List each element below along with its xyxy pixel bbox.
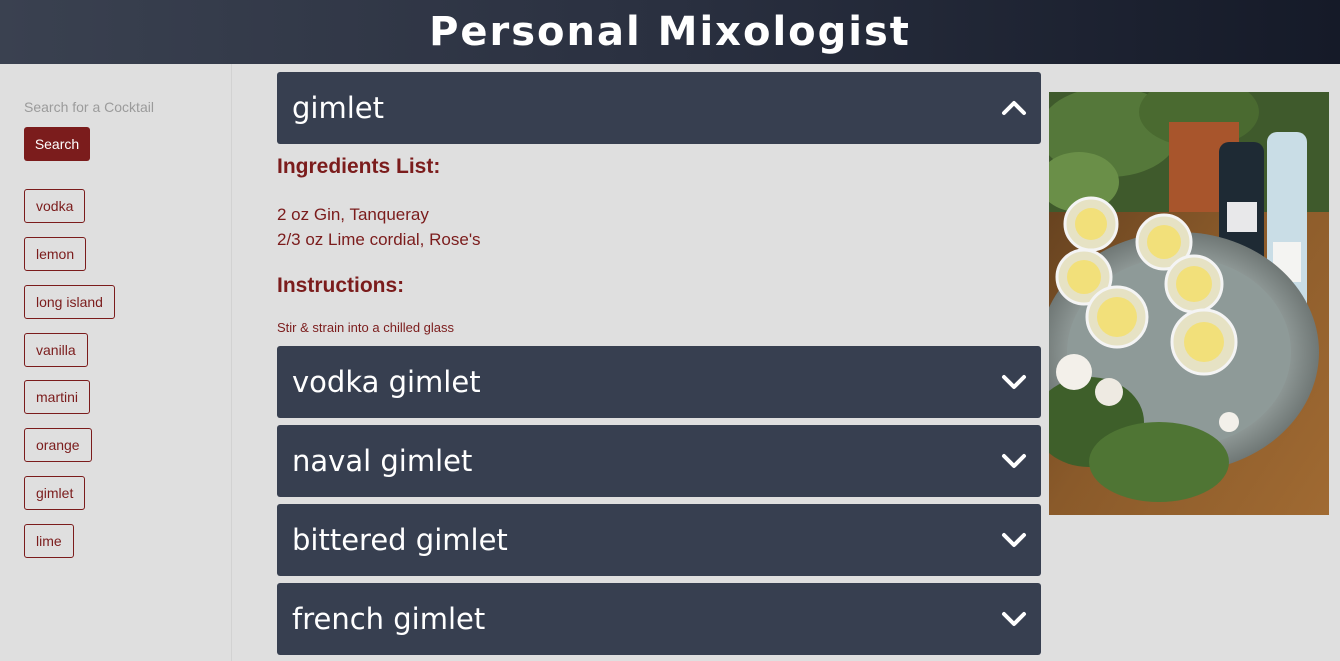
accordion-title: naval gimlet [292, 444, 473, 478]
accordion-title: french gimlet [292, 602, 486, 636]
tag-lime[interactable]: lime [24, 524, 74, 558]
tag-vanilla[interactable]: vanilla [24, 333, 88, 367]
chevron-down-icon [1002, 375, 1026, 389]
cocktail-photo [1049, 92, 1329, 515]
tag-gimlet[interactable]: gimlet [24, 476, 86, 510]
chevron-down-icon [1002, 454, 1026, 468]
accordion-header-french-gimlet[interactable]: french gimlet [277, 583, 1041, 655]
chevron-up-icon [1002, 101, 1026, 115]
accordion-title: vodka gimlet [292, 365, 481, 399]
accordion-header-vodka-gimlet[interactable]: vodka gimlet [277, 346, 1041, 418]
accordion-header-naval-gimlet[interactable]: naval gimlet [277, 425, 1041, 497]
accordion-header-bittered-gimlet[interactable]: bittered gimlet [277, 504, 1041, 576]
instructions-text: Stir & strain into a chilled glass [277, 320, 455, 335]
tag-long-island[interactable]: long island [24, 285, 115, 319]
app-title: Personal Mixologist [429, 9, 911, 55]
ingredients-heading: Ingredients List: [277, 155, 441, 178]
app-header: Personal Mixologist [0, 0, 1340, 64]
search-input[interactable] [24, 96, 204, 118]
ingredient-item: 2/3 oz Lime cordial, Rose's [277, 230, 481, 249]
instructions-heading: Instructions: [277, 274, 405, 297]
tag-martini[interactable]: martini [24, 380, 91, 414]
tag-vodka[interactable]: vodka [24, 189, 86, 223]
accordion-header-gimlet[interactable]: gimlet [277, 72, 1041, 144]
accordion-title: gimlet [292, 91, 384, 125]
ingredient-item: 2 oz Gin, Tanqueray [277, 205, 429, 224]
cocktail-photo-illustration [1049, 92, 1329, 515]
chevron-down-icon [1002, 612, 1026, 626]
tag-orange[interactable]: orange [24, 428, 92, 462]
chevron-down-icon [1002, 533, 1026, 547]
search-button[interactable]: Search [24, 127, 90, 161]
accordion-title: bittered gimlet [292, 523, 508, 557]
tag-lemon[interactable]: lemon [24, 237, 87, 271]
